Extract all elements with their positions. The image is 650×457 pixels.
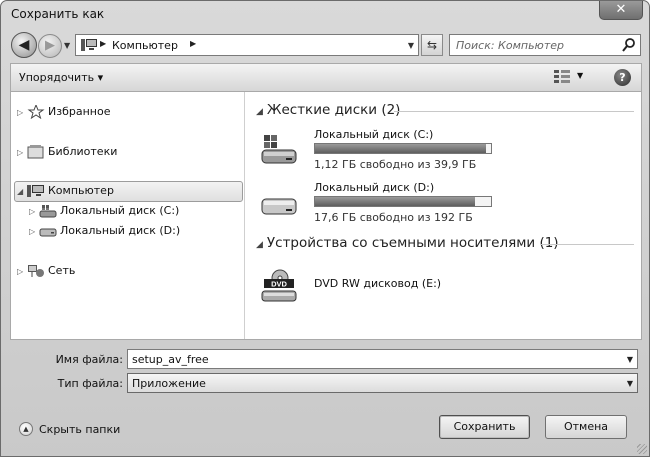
tree-label: Библиотеки xyxy=(48,145,118,158)
content-area: ▷ Избранное ▷ Библиотеки ◢ Компьютер ▷ Локал… xyxy=(10,91,642,340)
computer-icon xyxy=(81,39,97,51)
group-divider xyxy=(394,111,634,112)
hard-drive-icon xyxy=(261,198,297,215)
group-collapse-icon[interactable]: ◢ xyxy=(256,107,263,117)
drive-free-space: 1,12 ГБ свободно из 39,9 ГБ xyxy=(314,158,477,171)
expand-arrow-icon[interactable]: ▷ xyxy=(29,222,39,242)
dvd-badge: DVD xyxy=(271,280,287,289)
drive-item-d[interactable]: Локальный диск (D:) 17,6 ГБ свободно из … xyxy=(260,181,620,229)
computer-icon xyxy=(27,185,44,197)
filetype-value: Приложение xyxy=(132,377,206,390)
close-button[interactable]: ✕ xyxy=(599,1,643,20)
tree-item-favorites[interactable]: ▷ Избранное xyxy=(17,102,110,122)
expand-arrow-icon[interactable]: ▷ xyxy=(17,103,27,123)
filename-dropdown-icon[interactable]: ▼ xyxy=(627,355,633,364)
group-title: Жесткие диски (2) xyxy=(266,102,401,118)
save-as-dialog: Сохранить как ✕ ◀ ▶ ▼ ▶ Компьютер ▶ ▼ ⇆ … xyxy=(0,0,650,457)
navigation-bar: ◀ ▶ ▼ ▶ Компьютер ▶ ▼ ⇆ Поиск: Компьютер xyxy=(1,29,649,63)
forward-button[interactable]: ▶ xyxy=(38,34,62,58)
tree-label: Избранное xyxy=(48,105,111,118)
tree-item-drive-d[interactable]: ▷ Локальный диск (D:) xyxy=(29,221,180,241)
filetype-select[interactable]: Приложение ▼ xyxy=(127,373,638,393)
drive-name: DVD RW дисковод (E:) xyxy=(314,277,442,290)
filename-label: Имя файла: xyxy=(55,353,123,366)
breadcrumb-separator-icon[interactable]: ▶ xyxy=(190,39,196,48)
drive-usage-bar xyxy=(314,196,492,207)
drive-name: Локальный диск (D:) xyxy=(314,181,435,194)
title-bar: Сохранить как ✕ xyxy=(1,1,649,28)
resize-grip[interactable] xyxy=(637,444,647,454)
save-button[interactable]: Сохранить xyxy=(439,415,530,439)
system-drive-icon xyxy=(39,205,57,218)
navigation-pane[interactable]: ▷ Избранное ▷ Библиотеки ◢ Компьютер ▷ Локал… xyxy=(11,92,245,339)
libraries-icon xyxy=(27,145,44,159)
tree-label: Локальный диск (C:) xyxy=(60,204,180,217)
search-placeholder: Поиск: Компьютер xyxy=(456,39,564,52)
help-icon[interactable]: ? xyxy=(614,69,631,86)
expand-arrow-icon[interactable]: ▷ xyxy=(17,262,27,282)
tree-label: Сеть xyxy=(48,264,76,277)
dvd-drive-icon: DVD xyxy=(261,269,297,302)
tree-item-libraries[interactable]: ▷ Библиотеки xyxy=(17,142,117,162)
group-header-hard-disks[interactable]: ◢ Жесткие диски (2) xyxy=(256,102,400,122)
collapse-arrow-icon[interactable]: ◢ xyxy=(17,182,27,202)
chevron-up-icon[interactable]: ▲ xyxy=(19,422,33,436)
refresh-button[interactable]: ⇆ xyxy=(421,34,443,56)
drive-item-e[interactable]: DVD DVD RW дисковод (E:) xyxy=(260,265,620,313)
drive-usage-fill xyxy=(315,144,487,153)
breadcrumb-separator-icon[interactable]: ▶ xyxy=(100,39,106,48)
recent-pages-dropdown-icon[interactable]: ▼ xyxy=(64,41,70,50)
group-title: Устройства со съемными носителями (1) xyxy=(266,235,559,251)
search-input[interactable]: Поиск: Компьютер xyxy=(449,34,641,56)
save-form: Имя файла: setup_av_free ▼ Тип файла: Пр… xyxy=(1,341,649,401)
star-icon xyxy=(27,105,45,119)
organize-button[interactable]: Упорядочить ▾ xyxy=(19,71,103,84)
tree-label: Компьютер xyxy=(48,184,114,197)
expand-arrow-icon[interactable]: ▷ xyxy=(17,143,27,163)
view-dropdown-icon[interactable]: ▼ xyxy=(577,71,583,80)
expand-arrow-icon[interactable]: ▷ xyxy=(29,202,39,222)
tree-item-network[interactable]: ▷ Сеть xyxy=(17,261,75,281)
command-bar: Упорядочить ▾ ▼ ? xyxy=(10,63,642,91)
group-divider xyxy=(541,244,634,245)
tree-item-drive-c[interactable]: ▷ Локальный диск (C:) xyxy=(29,201,179,221)
cancel-button[interactable]: Отмена xyxy=(545,415,627,439)
network-icon xyxy=(28,265,44,277)
drive-usage-bar xyxy=(314,143,492,154)
filetype-dropdown-icon[interactable]: ▼ xyxy=(627,379,633,388)
breadcrumb-computer[interactable]: Компьютер xyxy=(112,39,178,52)
hide-folders-link[interactable]: Скрыть папки xyxy=(39,423,120,436)
drive-free-space: 17,6 ГБ свободно из 192 ГБ xyxy=(314,211,473,224)
filename-value: setup_av_free xyxy=(132,353,209,366)
drive-usage-fill xyxy=(315,197,475,206)
system-drive-icon xyxy=(261,135,297,164)
file-list-pane[interactable]: ◢ Жесткие диски (2) Локальный диск (C:) 1… xyxy=(246,92,642,339)
address-bar[interactable]: ▶ Компьютер ▶ ▼ xyxy=(75,34,419,56)
group-header-removable[interactable]: ◢ Устройства со съемными носителями (1) xyxy=(256,235,559,255)
drive-name: Локальный диск (C:) xyxy=(314,128,434,141)
hard-drive-icon xyxy=(39,228,57,237)
tree-label: Локальный диск (D:) xyxy=(60,224,181,237)
search-icon[interactable] xyxy=(622,37,636,53)
group-collapse-icon[interactable]: ◢ xyxy=(256,240,263,250)
dialog-footer: ▲ Скрыть папки Сохранить Отмена xyxy=(1,401,649,456)
back-button[interactable]: ◀ xyxy=(11,32,37,58)
window-title: Сохранить как xyxy=(11,7,105,21)
drive-item-c[interactable]: Локальный диск (C:) 1,12 ГБ свободно из … xyxy=(260,128,620,176)
filename-input[interactable]: setup_av_free ▼ xyxy=(127,349,638,369)
address-dropdown-icon[interactable]: ▼ xyxy=(408,41,414,50)
tree-item-computer[interactable]: ◢ Компьютер xyxy=(17,181,114,201)
filetype-label: Тип файла: xyxy=(57,377,123,390)
view-options-icon[interactable] xyxy=(554,70,570,84)
